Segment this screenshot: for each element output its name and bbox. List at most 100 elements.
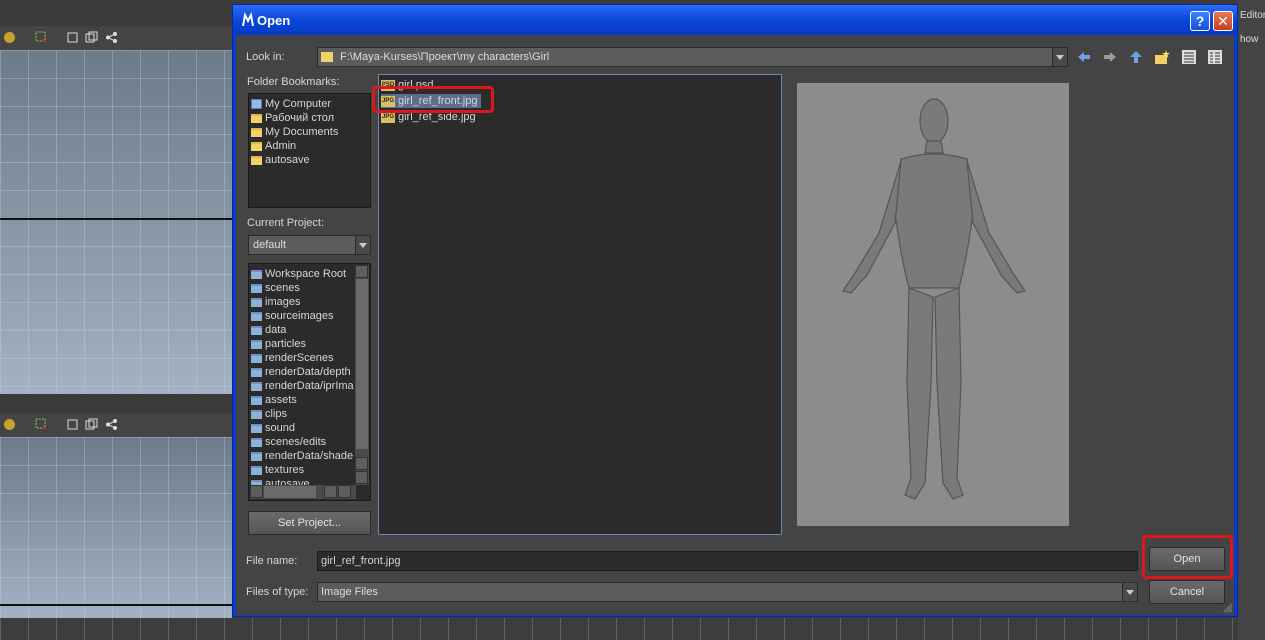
files-of-type-label: Files of type: bbox=[246, 586, 309, 598]
current-project-combo[interactable]: default bbox=[248, 235, 371, 255]
folder-bookmarks-label: Folder Bookmarks: bbox=[247, 76, 340, 88]
select-camera-icon[interactable] bbox=[35, 418, 48, 431]
folder-icon bbox=[251, 367, 262, 377]
project-folder-item[interactable]: assets bbox=[251, 393, 297, 407]
project-folder-item[interactable]: textures bbox=[251, 463, 304, 477]
dialog-title: Open bbox=[257, 13, 291, 28]
scroll-thumb[interactable] bbox=[356, 279, 368, 449]
scroll-up-button[interactable] bbox=[355, 265, 368, 278]
show-label[interactable]: how bbox=[1240, 34, 1258, 45]
layout-icon[interactable] bbox=[85, 31, 98, 44]
new-folder-icon[interactable] bbox=[1154, 49, 1170, 65]
chevron-down-icon[interactable] bbox=[355, 236, 370, 254]
files-of-type-combo[interactable]: Image Files bbox=[317, 582, 1138, 602]
project-folder-item[interactable]: scenes/edits bbox=[251, 435, 326, 449]
maya-icon bbox=[242, 12, 254, 27]
folder-icon bbox=[251, 423, 262, 433]
close-button[interactable]: ✕ bbox=[1213, 11, 1233, 31]
project-folder-item[interactable]: particles bbox=[251, 337, 306, 351]
folder-bookmarks-list: My Computer Рабочий стол My Documents Ad… bbox=[248, 93, 371, 208]
detail-view-icon[interactable] bbox=[1207, 49, 1223, 65]
horizontal-scrollbar[interactable] bbox=[250, 485, 356, 499]
project-folder-item[interactable]: images bbox=[251, 295, 300, 309]
folder-icon bbox=[321, 52, 333, 62]
folder-icon bbox=[251, 297, 262, 307]
grid-axis-line bbox=[0, 218, 232, 220]
figure-sketch bbox=[842, 98, 1026, 500]
list-view-icon[interactable] bbox=[1181, 49, 1197, 65]
folder-icon bbox=[251, 325, 262, 335]
project-folder-item[interactable]: scenes bbox=[251, 281, 300, 295]
scroll-left-button[interactable] bbox=[324, 485, 337, 498]
forward-arrow-icon[interactable] bbox=[1102, 49, 1118, 65]
viewport-top[interactable] bbox=[0, 50, 232, 394]
project-folder-item[interactable]: sourceimages bbox=[251, 309, 333, 323]
dialog-client: Look in: F:\Maya-Kurses\Проект\my charac… bbox=[236, 35, 1234, 615]
scroll-down-button[interactable] bbox=[355, 471, 368, 484]
bookmark-item[interactable]: My Documents bbox=[251, 125, 338, 139]
cube-icon[interactable] bbox=[66, 418, 79, 431]
sphere-icon[interactable] bbox=[3, 418, 16, 431]
selected-file-highlight bbox=[372, 86, 494, 113]
scroll-up-button[interactable] bbox=[355, 457, 368, 470]
layout-icon[interactable] bbox=[85, 418, 98, 431]
folder-icon bbox=[251, 127, 262, 137]
scroll-left-button[interactable] bbox=[250, 485, 263, 498]
viewport-toolbar-bottom bbox=[0, 413, 232, 437]
folder-icon bbox=[251, 437, 262, 447]
share-icon[interactable] bbox=[105, 418, 118, 431]
back-arrow-icon[interactable] bbox=[1076, 49, 1092, 65]
bookmark-item[interactable]: autosave bbox=[251, 153, 310, 167]
set-project-button[interactable]: Set Project... bbox=[248, 511, 371, 535]
scroll-thumb[interactable] bbox=[264, 486, 316, 498]
project-folder-item[interactable]: renderScenes bbox=[251, 351, 334, 365]
bottom-grid-strip bbox=[0, 618, 1265, 640]
project-folder-item[interactable]: renderData/iprIma bbox=[251, 379, 354, 393]
file-name-label: File name: bbox=[246, 555, 298, 567]
right-panel-strip: Editor how bbox=[1238, 0, 1265, 640]
folder-icon bbox=[251, 465, 262, 475]
chevron-down-icon[interactable] bbox=[1052, 48, 1067, 66]
viewport-bottom[interactable] bbox=[0, 437, 232, 618]
project-folder-item[interactable]: renderData/shade bbox=[251, 449, 353, 463]
project-folder-item[interactable]: sound bbox=[251, 421, 295, 435]
help-button[interactable]: ? bbox=[1190, 11, 1210, 31]
project-folder-item[interactable]: clips bbox=[251, 407, 287, 421]
editor-label[interactable]: Editor bbox=[1240, 10, 1265, 21]
folder-icon bbox=[251, 283, 262, 293]
grid-axis-line bbox=[0, 604, 232, 606]
folder-icon bbox=[251, 409, 262, 419]
folder-icon bbox=[251, 113, 262, 123]
file-name-input[interactable]: girl_ref_front.jpg bbox=[317, 551, 1138, 571]
share-icon[interactable] bbox=[105, 31, 118, 44]
folder-icon bbox=[251, 155, 262, 165]
dialog-titlebar[interactable]: Open ? ✕ bbox=[233, 5, 1237, 35]
project-folder-item[interactable]: Workspace Root bbox=[251, 267, 346, 281]
image-preview bbox=[797, 83, 1069, 526]
bookmark-item[interactable]: Рабочий стол bbox=[251, 111, 334, 125]
resize-grip-icon[interactable] bbox=[1223, 603, 1233, 613]
project-folder-item[interactable]: renderData/depth bbox=[251, 365, 351, 379]
file-list: PSD girl.psd JPG girl_ref_front.jpg JPG gir… bbox=[378, 74, 782, 535]
bookmark-item[interactable]: My Computer bbox=[251, 97, 331, 111]
cancel-button[interactable]: Cancel bbox=[1149, 580, 1225, 604]
open-dialog: Open ? ✕ Look in: F:\Maya-Kurses\Проект\… bbox=[232, 4, 1238, 617]
look-in-path: F:\Maya-Kurses\Проект\my characters\Girl bbox=[340, 51, 550, 63]
vertical-scrollbar[interactable] bbox=[355, 265, 369, 485]
bookmark-item[interactable]: Admin bbox=[251, 139, 296, 153]
cube-icon[interactable] bbox=[66, 31, 79, 44]
folder-icon bbox=[251, 311, 262, 321]
up-folder-icon[interactable] bbox=[1128, 49, 1144, 65]
project-folders-list: Workspace Root scenes images sourceimage… bbox=[248, 263, 371, 501]
chevron-down-icon[interactable] bbox=[1122, 583, 1137, 601]
folder-icon bbox=[251, 451, 262, 461]
jpg-file-icon: JPG bbox=[381, 111, 395, 123]
scroll-right-button[interactable] bbox=[338, 485, 351, 498]
folder-icon bbox=[251, 353, 262, 363]
project-folder-item[interactable]: data bbox=[251, 323, 286, 337]
folder-icon bbox=[251, 269, 262, 279]
sphere-icon[interactable] bbox=[3, 31, 16, 44]
select-camera-icon[interactable] bbox=[35, 31, 48, 44]
look-in-combo[interactable]: F:\Maya-Kurses\Проект\my characters\Girl bbox=[317, 47, 1068, 67]
computer-icon bbox=[251, 99, 262, 110]
